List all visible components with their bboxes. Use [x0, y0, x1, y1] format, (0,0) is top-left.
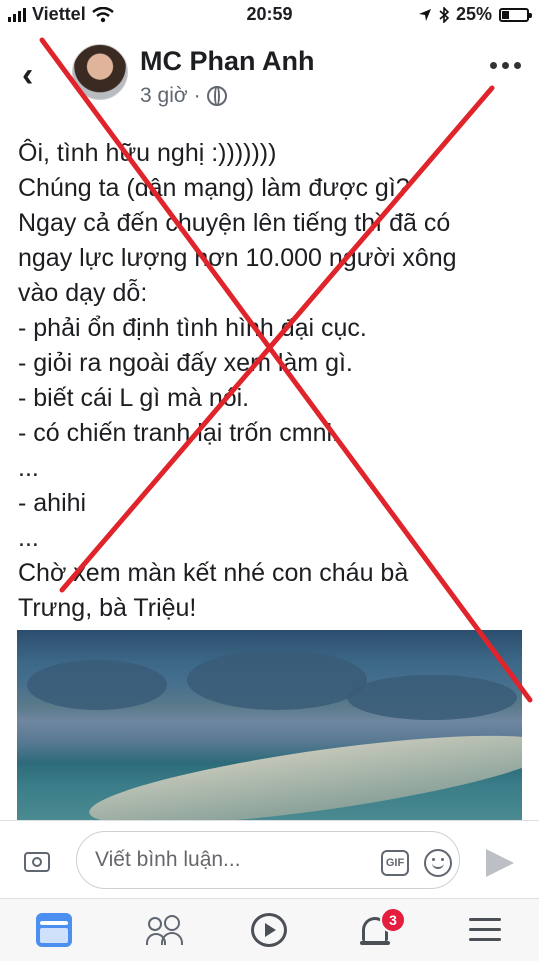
post-image[interactable] [17, 630, 522, 820]
post-text-line: - phải ổn định tình hình đại cục. [18, 314, 367, 342]
battery-icon [499, 7, 532, 22]
more-options-icon[interactable] [490, 62, 521, 69]
emoji-icon[interactable] [424, 849, 452, 877]
avatar[interactable] [72, 44, 128, 100]
tab-menu[interactable] [467, 913, 503, 947]
meta-separator: · [193, 84, 201, 107]
tab-notifications[interactable]: 3 [358, 907, 406, 947]
post-text-line: - có chiến tranh lại trốn cmnl. [18, 419, 339, 447]
post-text-line: ngay lực lượng hơn 10.000 người xông [18, 244, 457, 272]
back-button[interactable]: ‹ [22, 58, 33, 92]
globe-icon [206, 86, 227, 106]
gif-icon[interactable]: GIF [381, 850, 409, 876]
tab-watch[interactable] [251, 913, 287, 947]
camera-icon[interactable] [24, 852, 50, 872]
post-text-line: Chúng ta (dân mạng) làm được gì? [18, 174, 410, 202]
tab-bar: 3 [0, 898, 539, 961]
post-text-line: vào dạy dỗ: [18, 279, 148, 307]
location-arrow-icon [418, 8, 431, 21]
notification-badge: 3 [380, 907, 406, 933]
comment-bar: GIF [0, 820, 539, 899]
battery-percent: 25% [455, 4, 492, 24]
status-bar: Viettel 20:59 25% [0, 0, 539, 32]
post-header: ‹ MC Phan Anh 3 giờ · [0, 36, 539, 118]
post-text-line: - biết cái L gì mà nói. [18, 384, 250, 412]
post-text-line: Chờ xem màn kết nhé con cháu bà [18, 559, 409, 587]
battery-level [502, 10, 509, 19]
post-meta: 3 giờ · [140, 84, 227, 108]
post-body: Ôi, tình hữu nghị :))))))) Chúng ta (dân … [18, 136, 528, 626]
post-text-line: Ngay cả đến chuyện lên tiếng thì đã có [18, 209, 451, 237]
post-text-line: Ôi, tình hữu nghị :))))))) [18, 139, 277, 167]
post-text-line: ... [18, 524, 39, 552]
tab-friends[interactable] [146, 913, 183, 947]
post-time[interactable]: 3 giờ [140, 84, 188, 108]
post-text-line: Trưng, bà Triệu! [18, 594, 197, 622]
bluetooth-icon [439, 6, 449, 23]
post-text-line: - ahihi [18, 489, 87, 517]
send-icon[interactable] [486, 849, 514, 877]
author-name[interactable]: MC Phan Anh [140, 46, 315, 77]
post-text-line: ... [18, 454, 39, 482]
post-text-line: - giỏi ra ngoài đấy xem làm gì. [18, 349, 353, 377]
tab-news-feed[interactable] [36, 913, 72, 947]
